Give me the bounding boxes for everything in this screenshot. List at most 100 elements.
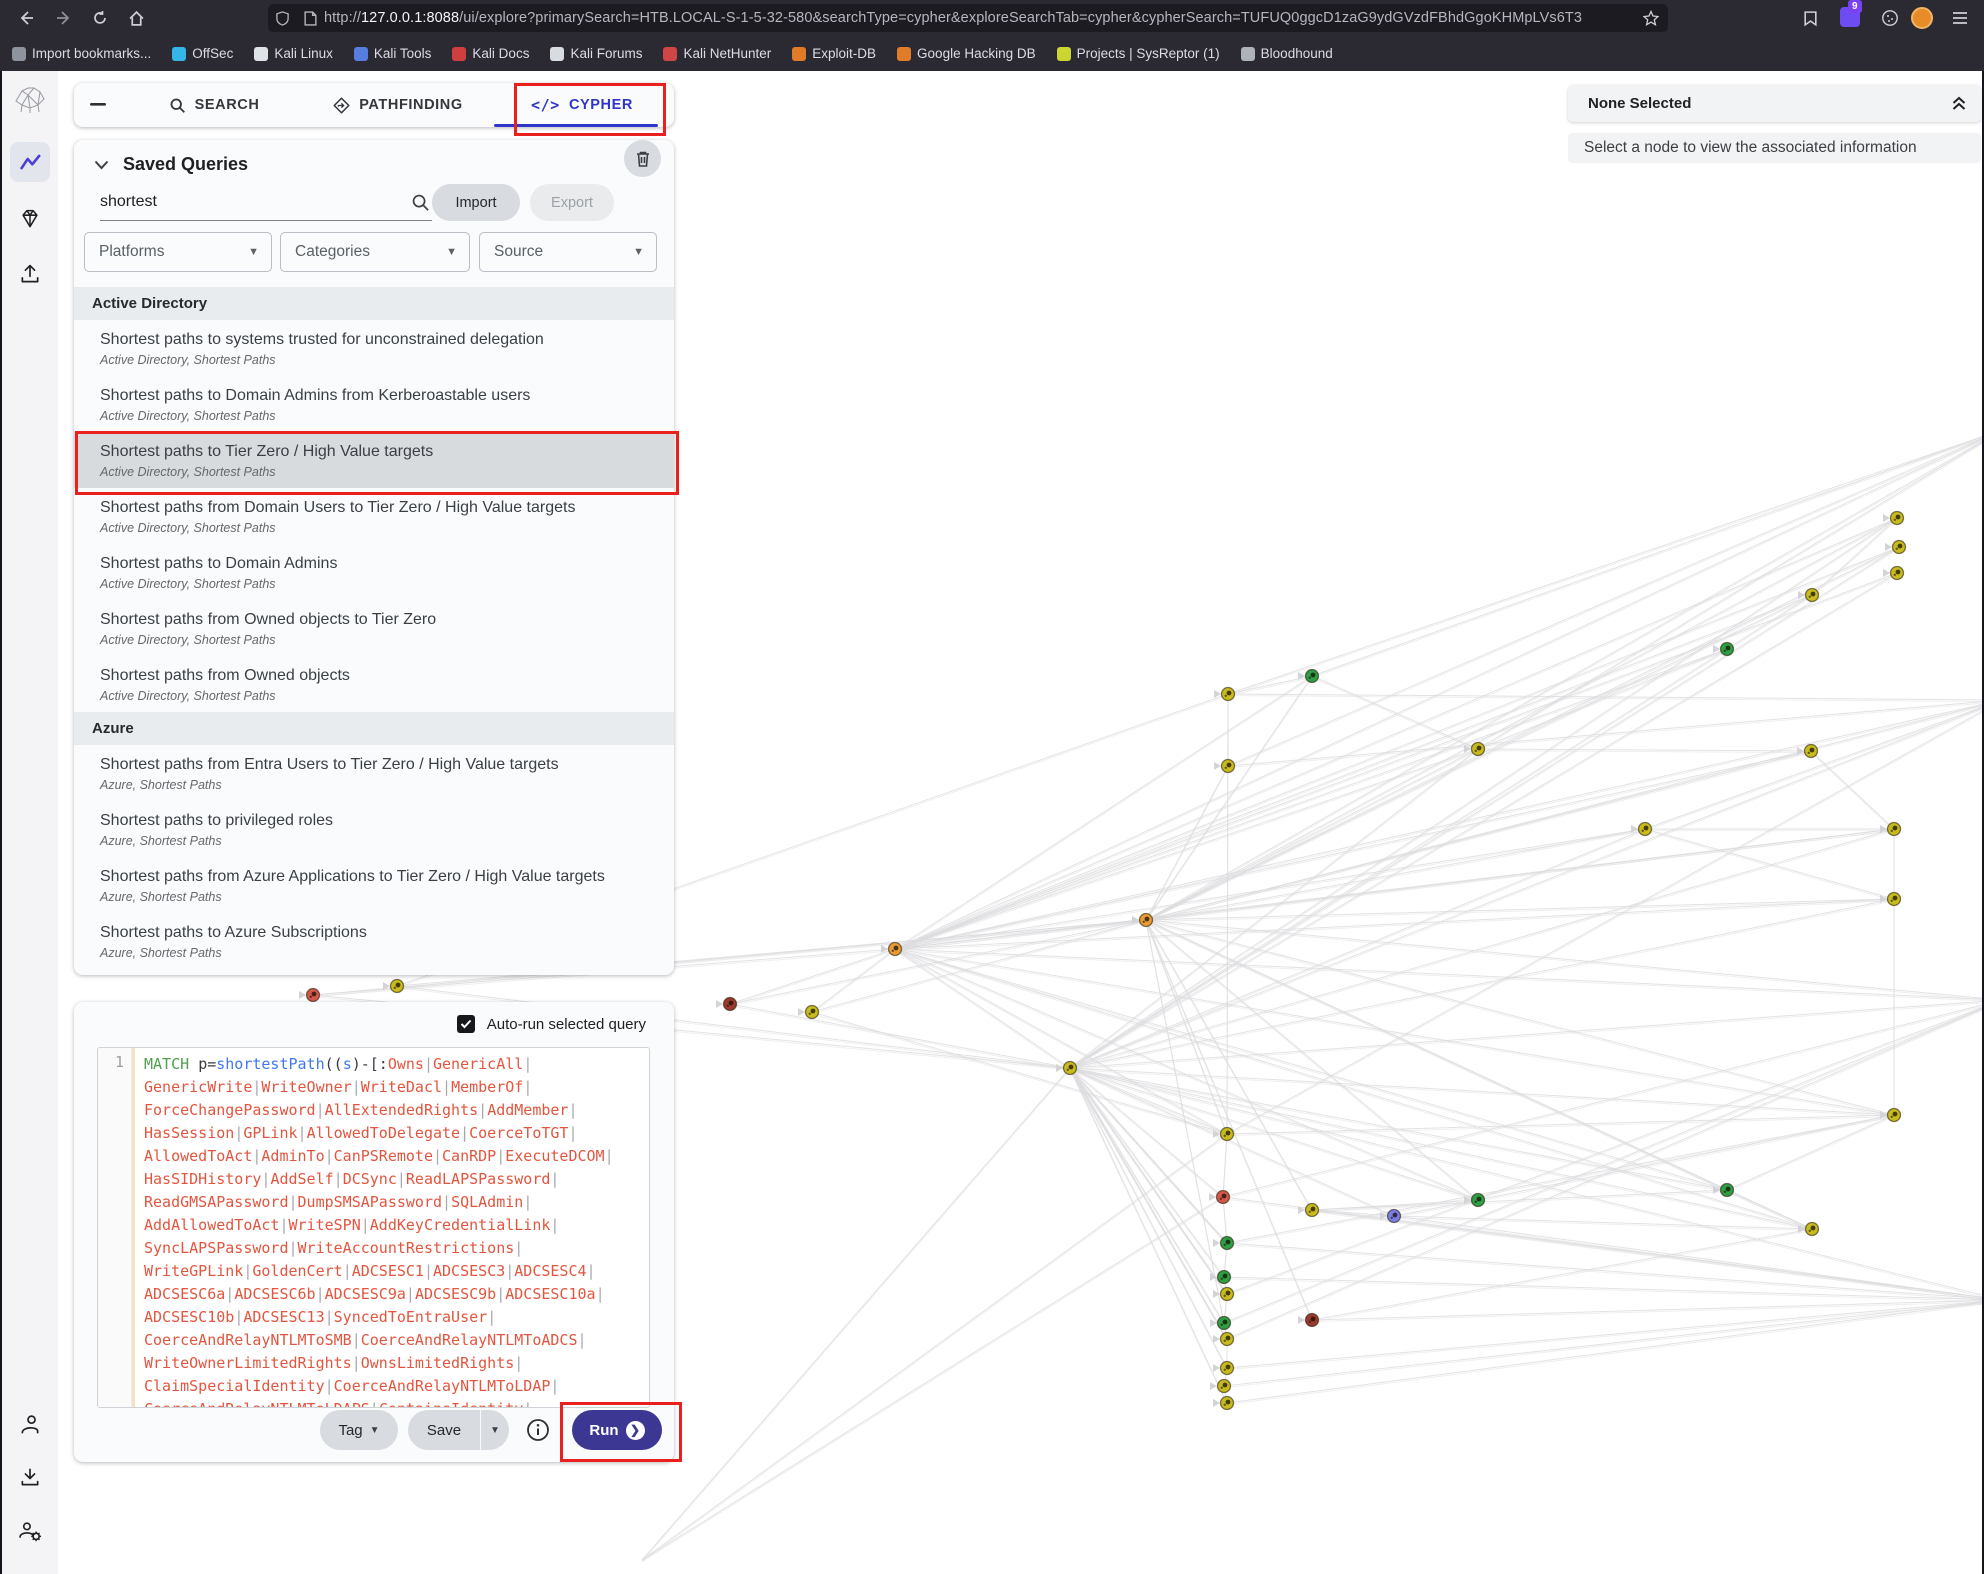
chevron-down-icon: ▼ xyxy=(633,246,644,258)
graph-edge xyxy=(1227,1117,1894,1136)
download-icon[interactable] xyxy=(10,1457,50,1497)
saved-query-item[interactable]: Shortest paths from Azure Applications t… xyxy=(74,857,674,913)
save-options-button[interactable]: ▼ xyxy=(481,1410,509,1450)
bookmark-item[interactable]: Projects | SysReptor (1) xyxy=(1057,46,1220,61)
forward-button[interactable] xyxy=(50,4,78,32)
saved-query-item[interactable]: Shortest paths from Domain Users to Tier… xyxy=(74,488,674,544)
save-to-pocket-icon[interactable] xyxy=(1796,4,1824,32)
extensions-icon[interactable]: 9 xyxy=(1836,1,1866,31)
graph-node[interactable] xyxy=(716,998,737,1011)
saved-query-item[interactable]: Shortest paths to Domain Admins Active D… xyxy=(74,544,674,600)
run-button[interactable]: Run ❯ xyxy=(572,1410,662,1450)
bookmark-item[interactable]: Kali Tools xyxy=(354,46,432,61)
save-button[interactable]: Save xyxy=(408,1410,480,1450)
url-bar[interactable]: http://127.0.0.1:8088/ui/explore?primary… xyxy=(268,4,1668,32)
reload-button[interactable] xyxy=(86,4,114,32)
bookmark-item[interactable]: OffSec xyxy=(172,46,233,61)
chevron-down-icon[interactable] xyxy=(94,160,109,170)
graph-node[interactable] xyxy=(299,989,320,1002)
graph-edge xyxy=(1312,1192,1727,1212)
bookmark-item[interactable]: Kali NetHunter xyxy=(663,46,771,61)
collapse-chevrons-icon[interactable] xyxy=(1951,96,1967,111)
tab-cypher[interactable]: </> CYPHER xyxy=(490,83,674,127)
bookmark-item[interactable]: Kali Linux xyxy=(254,46,333,61)
edge-arrowhead xyxy=(1213,1399,1220,1407)
saved-query-item[interactable]: Shortest paths to Azure Subscriptions Az… xyxy=(74,913,674,969)
graph-node[interactable] xyxy=(1213,1333,1234,1346)
home-button[interactable] xyxy=(122,4,150,32)
graph-node[interactable] xyxy=(798,1006,819,1019)
menu-icon[interactable] xyxy=(1946,4,1974,32)
explore-nav-icon[interactable] xyxy=(10,142,50,182)
graph-edge xyxy=(1070,1070,1227,1341)
left-rail xyxy=(2,71,58,1574)
saved-query-item[interactable]: Shortest paths to systems trusted for un… xyxy=(74,320,674,376)
profile-avatar[interactable] xyxy=(1908,4,1936,32)
saved-query-item[interactable]: Shortest paths to privileged roles Azure… xyxy=(74,801,674,857)
graph-node[interactable] xyxy=(1210,1271,1231,1284)
source-filter-dropdown[interactable]: Source▼ xyxy=(479,232,657,272)
platforms-filter-dropdown[interactable]: Platforms▼ xyxy=(84,232,272,272)
edge-arrowhead xyxy=(1056,1064,1063,1072)
graph-node[interactable] xyxy=(1210,1380,1231,1393)
administration-icon[interactable] xyxy=(10,1511,50,1551)
graph-node[interactable] xyxy=(1298,1204,1319,1217)
bloodhound-app: SEARCH PATHFINDING </> CYPHER Saved Quer… xyxy=(0,71,1984,1574)
graph-node[interactable] xyxy=(1213,1397,1234,1410)
edge-arrowhead xyxy=(798,1008,805,1016)
graph-node[interactable] xyxy=(1298,670,1319,683)
shield-icon[interactable] xyxy=(275,11,290,26)
graph-node[interactable] xyxy=(1298,1314,1319,1327)
graph-edge xyxy=(642,1134,1227,1560)
graph-node[interactable] xyxy=(1209,1191,1230,1204)
search-tab-icon xyxy=(169,97,186,114)
page-info-icon[interactable] xyxy=(304,11,317,26)
graph-node[interactable] xyxy=(1213,1362,1234,1375)
bookmark-item[interactable]: Exploit-DB xyxy=(792,46,876,61)
upload-icon[interactable] xyxy=(10,254,50,294)
graph-edge xyxy=(1727,1192,1812,1231)
graph-node[interactable] xyxy=(1214,688,1235,701)
graph-edge xyxy=(895,518,1897,949)
bookmark-item[interactable]: Bloodhound xyxy=(1241,46,1333,61)
graph-node[interactable] xyxy=(1214,760,1235,773)
search-icon xyxy=(411,193,430,212)
saved-query-item[interactable]: Shortest paths to Domain Admins from Ker… xyxy=(74,376,674,432)
autorun-checkbox[interactable] xyxy=(457,1015,475,1033)
active-tab-underline xyxy=(494,124,658,127)
delete-queries-button[interactable] xyxy=(624,140,661,177)
export-button[interactable]: Export xyxy=(530,184,614,221)
import-button[interactable]: Import xyxy=(432,184,520,221)
collapse-panel-button[interactable] xyxy=(74,83,122,127)
cypher-code[interactable]: MATCH p=shortestPath((s)-[:Owns|GenericA… xyxy=(135,1048,649,1407)
bookmark-item[interactable]: Import bookmarks... xyxy=(12,46,151,61)
graph-node[interactable] xyxy=(1213,1237,1234,1250)
bookmark-item[interactable]: Kali Forums xyxy=(550,46,642,61)
tab-search[interactable]: SEARCH xyxy=(122,83,306,127)
graph-node[interactable] xyxy=(1880,893,1901,906)
graph-node[interactable] xyxy=(1210,1317,1231,1330)
bookmark-star-icon[interactable] xyxy=(1643,10,1659,26)
saved-query-item[interactable]: Shortest paths from Entra Users to Tier … xyxy=(74,745,674,801)
bookmark-item[interactable]: Kali Docs xyxy=(452,46,529,61)
saved-query-item[interactable]: Shortest paths from Owned objects to Tie… xyxy=(74,600,674,656)
kali-forums-icon xyxy=(550,47,564,61)
graph-node[interactable] xyxy=(1213,1288,1234,1301)
graph-edge xyxy=(642,1136,1227,1562)
back-button[interactable] xyxy=(12,4,40,32)
saved-query-item[interactable]: Shortest paths to Tier Zero / High Value… xyxy=(74,432,674,488)
privilege-zones-icon[interactable] xyxy=(10,199,50,239)
tab-pathfinding[interactable]: PATHFINDING xyxy=(306,83,490,127)
categories-filter-dropdown[interactable]: Categories▼ xyxy=(280,232,470,272)
query-search-input[interactable]: shortest xyxy=(100,188,432,221)
cookie-icon[interactable] xyxy=(1876,4,1904,32)
saved-query-item[interactable]: Shortest paths from Owned objects Active… xyxy=(74,656,674,712)
cypher-code-editor[interactable]: 1 MATCH p=shortestPath((s)-[:Owns|Generi… xyxy=(97,1047,650,1408)
bookmark-item[interactable]: Google Hacking DB xyxy=(897,46,1036,61)
graph-edge xyxy=(1070,1068,1224,1323)
graph-node[interactable] xyxy=(1056,1062,1077,1075)
graph-edge xyxy=(1146,831,1894,922)
profile-icon[interactable] xyxy=(10,1405,50,1445)
tag-button[interactable]: Tag▼ xyxy=(320,1410,398,1450)
info-button[interactable] xyxy=(520,1412,556,1448)
